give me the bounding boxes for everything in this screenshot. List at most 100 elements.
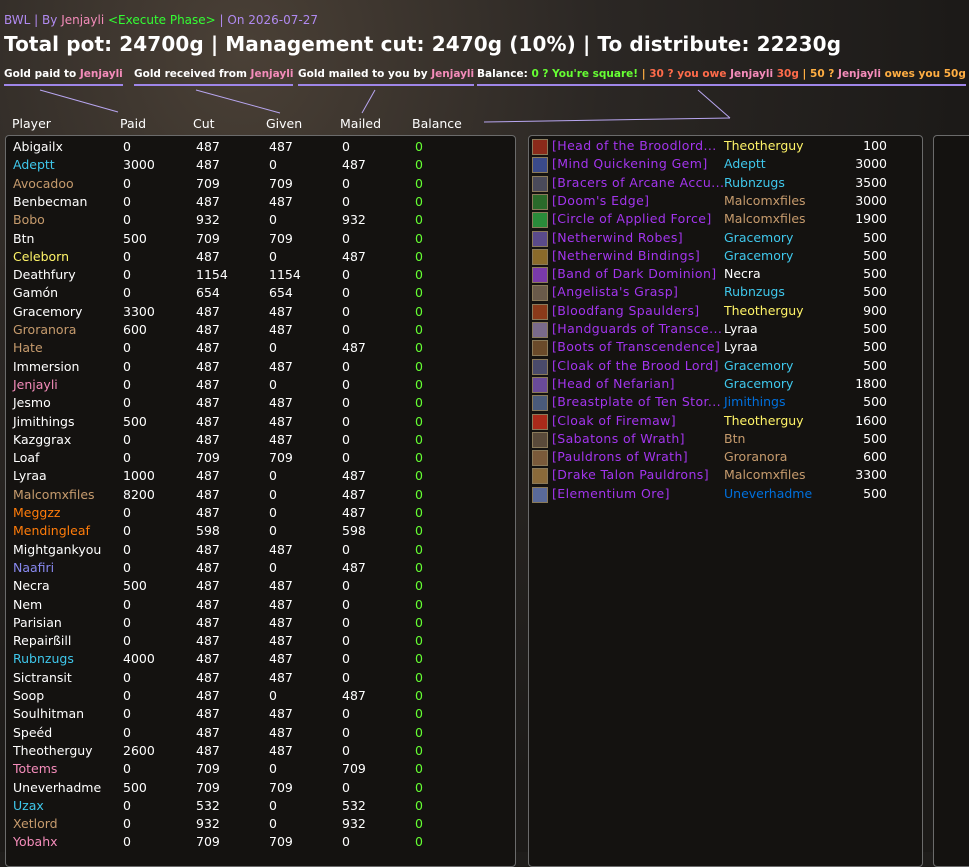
item-icon[interactable]: [532, 175, 548, 192]
list-item[interactable]: [Doom's Edge] Malcomxfiles 3000: [529, 193, 919, 211]
list-item[interactable]: [Head of the Broodlord... Theotherguy 100: [529, 138, 919, 156]
item-icon[interactable]: [532, 267, 548, 284]
item-icon[interactable]: [532, 230, 548, 247]
table-row[interactable]: Abigailx 0 487 487 0 0: [6, 139, 513, 157]
list-item[interactable]: [Sabatons of Wrath] Btn 500: [529, 431, 919, 449]
list-item[interactable]: [Breastplate of Ten Stor... Jimithings 500: [529, 394, 919, 412]
item-icon[interactable]: [532, 303, 548, 320]
col-paid[interactable]: Paid: [120, 116, 146, 131]
item-link[interactable]: [Breastplate of Ten Stor...: [552, 394, 721, 409]
table-row[interactable]: Celeborn 0 487 0 487 0: [6, 249, 513, 267]
item-link[interactable]: [Cloak of the Brood Lord]: [552, 358, 719, 373]
item-icon[interactable]: [532, 193, 548, 210]
table-row[interactable]: Theotherguy 2600 487 487 0 0: [6, 743, 513, 761]
item-icon[interactable]: [532, 450, 548, 467]
table-row[interactable]: Loaf 0 709 709 0 0: [6, 450, 513, 468]
item-icon[interactable]: [532, 376, 548, 393]
item-link[interactable]: [Mind Quickening Gem]: [552, 156, 708, 171]
item-link[interactable]: [Bloodfang Spaulders]: [552, 303, 700, 318]
table-row[interactable]: Meggzz 0 487 0 487 0: [6, 505, 513, 523]
list-item[interactable]: [Bloodfang Spaulders] Theotherguy 900: [529, 303, 919, 321]
table-row[interactable]: Groranora 600 487 487 0 0: [6, 322, 513, 340]
table-row[interactable]: Soop 0 487 0 487 0: [6, 688, 513, 706]
item-link[interactable]: [Angelista's Grasp]: [552, 284, 678, 299]
table-row[interactable]: Gamón 0 654 654 0 0: [6, 285, 513, 303]
table-row[interactable]: Immersion 0 487 487 0 0: [6, 359, 513, 377]
table-row[interactable]: Benbecman 0 487 487 0 0: [6, 194, 513, 212]
table-row[interactable]: Rubnzugs 4000 487 487 0 0: [6, 651, 513, 669]
table-row[interactable]: Mightgankyou 0 487 487 0 0: [6, 542, 513, 560]
item-icon[interactable]: [532, 139, 548, 155]
item-icon[interactable]: [532, 395, 548, 412]
item-icon[interactable]: [532, 248, 548, 265]
list-item[interactable]: [Handguards of Transce... Lyraa 500: [529, 321, 919, 339]
item-icon[interactable]: [532, 340, 548, 357]
table-row[interactable]: Malcomxfiles 8200 487 0 487 0: [6, 487, 513, 505]
table-row[interactable]: Hate 0 487 0 487 0: [6, 340, 513, 358]
table-row[interactable]: Yobahx 0 709 709 0 0: [6, 834, 513, 852]
table-row[interactable]: Btn 500 709 709 0 0: [6, 231, 513, 249]
table-row[interactable]: Necra 500 487 487 0 0: [6, 578, 513, 596]
table-row[interactable]: Jimithings 500 487 487 0 0: [6, 414, 513, 432]
list-item[interactable]: [Circle of Applied Force] Malcomxfiles 190…: [529, 211, 919, 229]
item-link[interactable]: [Elementium Ore]: [552, 486, 670, 501]
table-row[interactable]: Kazggrax 0 487 487 0 0: [6, 432, 513, 450]
list-item[interactable]: [Elementium Ore] Uneverhadme 500: [529, 486, 919, 504]
table-row[interactable]: Uneverhadme 500 709 709 0 0: [6, 780, 513, 798]
item-icon[interactable]: [532, 322, 548, 338]
item-link[interactable]: [Sabatons of Wrath]: [552, 431, 685, 446]
item-link[interactable]: [Circle of Applied Force]: [552, 211, 712, 226]
table-row[interactable]: Nem 0 487 487 0 0: [6, 597, 513, 615]
table-row[interactable]: Gracemory 3300 487 487 0 0: [6, 304, 513, 322]
table-row[interactable]: Uzax 0 532 0 532 0: [6, 798, 513, 816]
item-link[interactable]: [Head of Nefarian]: [552, 376, 675, 391]
table-row[interactable]: Adeptt 3000 487 0 487 0: [6, 157, 513, 175]
table-row[interactable]: Repairßill 0 487 487 0 0: [6, 633, 513, 651]
list-item[interactable]: [Band of Dark Dominion] Necra 500: [529, 266, 919, 284]
list-item[interactable]: [Boots of Transcendence] Lyraa 500: [529, 339, 919, 357]
item-icon[interactable]: [532, 413, 548, 430]
list-item[interactable]: [Angelista's Grasp] Rubnzugs 500: [529, 284, 919, 302]
table-row[interactable]: Bobo 0 932 0 932 0: [6, 212, 513, 230]
item-link[interactable]: [Boots of Transcendence]: [552, 339, 720, 354]
list-item[interactable]: [Head of Nefarian] Gracemory 1800: [529, 376, 919, 394]
item-icon[interactable]: [532, 212, 548, 229]
item-link[interactable]: [Doom's Edge]: [552, 193, 649, 208]
table-row[interactable]: Deathfury 0 1154 1154 0 0: [6, 267, 513, 285]
item-link[interactable]: [Head of the Broodlord...: [552, 138, 717, 153]
item-link[interactable]: [Handguards of Transce...: [552, 321, 722, 336]
col-cut[interactable]: Cut: [193, 116, 215, 131]
table-row[interactable]: Soulhitman 0 487 487 0 0: [6, 706, 513, 724]
table-row[interactable]: Avocadoo 0 709 709 0 0: [6, 176, 513, 194]
item-icon[interactable]: [532, 486, 548, 503]
list-item[interactable]: [Netherwind Robes] Gracemory 500: [529, 230, 919, 248]
item-icon[interactable]: [532, 157, 548, 174]
table-row[interactable]: Xetlord 0 932 0 932 0: [6, 816, 513, 834]
list-item[interactable]: [Cloak of the Brood Lord] Gracemory 500: [529, 358, 919, 376]
table-row[interactable]: Mendingleaf 0 598 0 598 0: [6, 523, 513, 541]
table-row[interactable]: Jesmo 0 487 487 0 0: [6, 395, 513, 413]
item-link[interactable]: [Netherwind Robes]: [552, 230, 683, 245]
table-row[interactable]: Naafiri 0 487 0 487 0: [6, 560, 513, 578]
item-icon[interactable]: [532, 285, 548, 302]
item-icon[interactable]: [532, 468, 548, 485]
table-row[interactable]: Jenjayli 0 487 0 0 0: [6, 377, 513, 395]
item-icon[interactable]: [532, 358, 548, 375]
item-link[interactable]: [Bracers of Arcane Accu...: [552, 175, 724, 190]
item-link[interactable]: [Band of Dark Dominion]: [552, 266, 717, 281]
col-given[interactable]: Given: [266, 116, 302, 131]
col-player[interactable]: Player: [12, 116, 51, 131]
list-item[interactable]: [Bracers of Arcane Accu... Rubnzugs 3500: [529, 175, 919, 193]
table-row[interactable]: Lyraa 1000 487 0 487 0: [6, 468, 513, 486]
item-link[interactable]: [Pauldrons of Wrath]: [552, 449, 688, 464]
table-row[interactable]: Sictransit 0 487 487 0 0: [6, 670, 513, 688]
list-item[interactable]: [Drake Talon Pauldrons] Malcomxfiles 3300: [529, 467, 919, 485]
table-row[interactable]: Parisian 0 487 487 0 0: [6, 615, 513, 633]
list-item[interactable]: [Netherwind Bindings] Gracemory 500: [529, 248, 919, 266]
table-row[interactable]: Totems 0 709 0 709 0: [6, 761, 513, 779]
item-link[interactable]: [Drake Talon Pauldrons]: [552, 467, 709, 482]
item-link[interactable]: [Netherwind Bindings]: [552, 248, 700, 263]
item-link[interactable]: [Cloak of Firemaw]: [552, 413, 676, 428]
list-item[interactable]: [Mind Quickening Gem] Adeptt 3000: [529, 156, 919, 174]
list-item[interactable]: [Pauldrons of Wrath] Groranora 600: [529, 449, 919, 467]
